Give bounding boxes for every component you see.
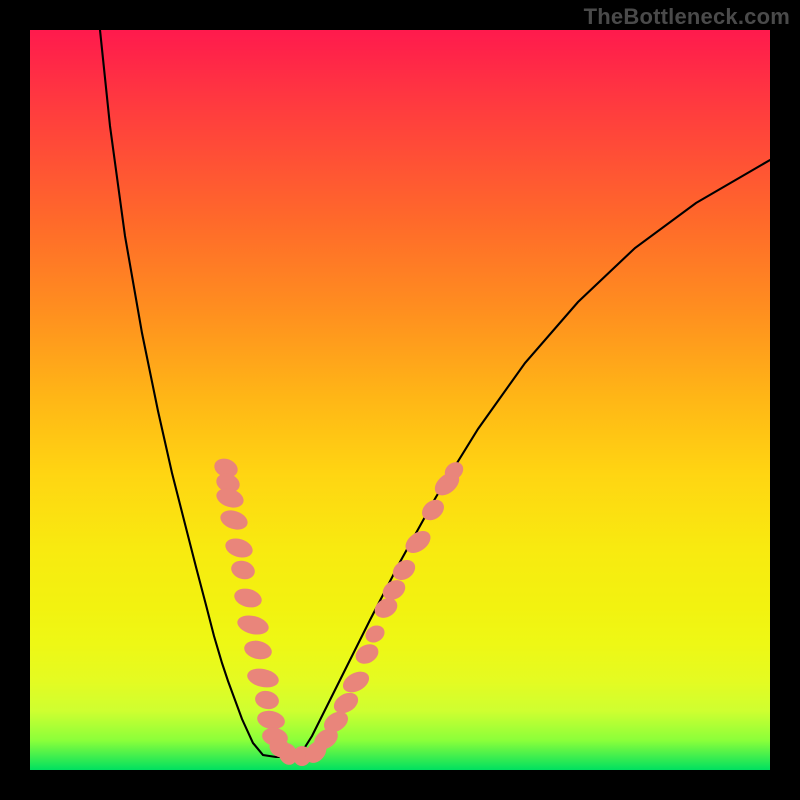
data-marker <box>229 558 257 582</box>
chart-frame: TheBottleneck.com <box>0 0 800 800</box>
data-marker <box>232 586 264 611</box>
bottleneck-curve <box>100 30 770 757</box>
chart-svg <box>30 30 770 770</box>
plot-area <box>30 30 770 770</box>
data-marker <box>235 612 270 637</box>
data-marker <box>389 556 419 584</box>
data-marker <box>214 485 246 511</box>
data-marker <box>218 507 250 533</box>
data-marker <box>253 689 280 712</box>
data-marker <box>245 666 280 690</box>
data-marker <box>242 638 273 662</box>
watermark-text: TheBottleneck.com <box>584 4 790 30</box>
data-marker <box>223 535 255 560</box>
